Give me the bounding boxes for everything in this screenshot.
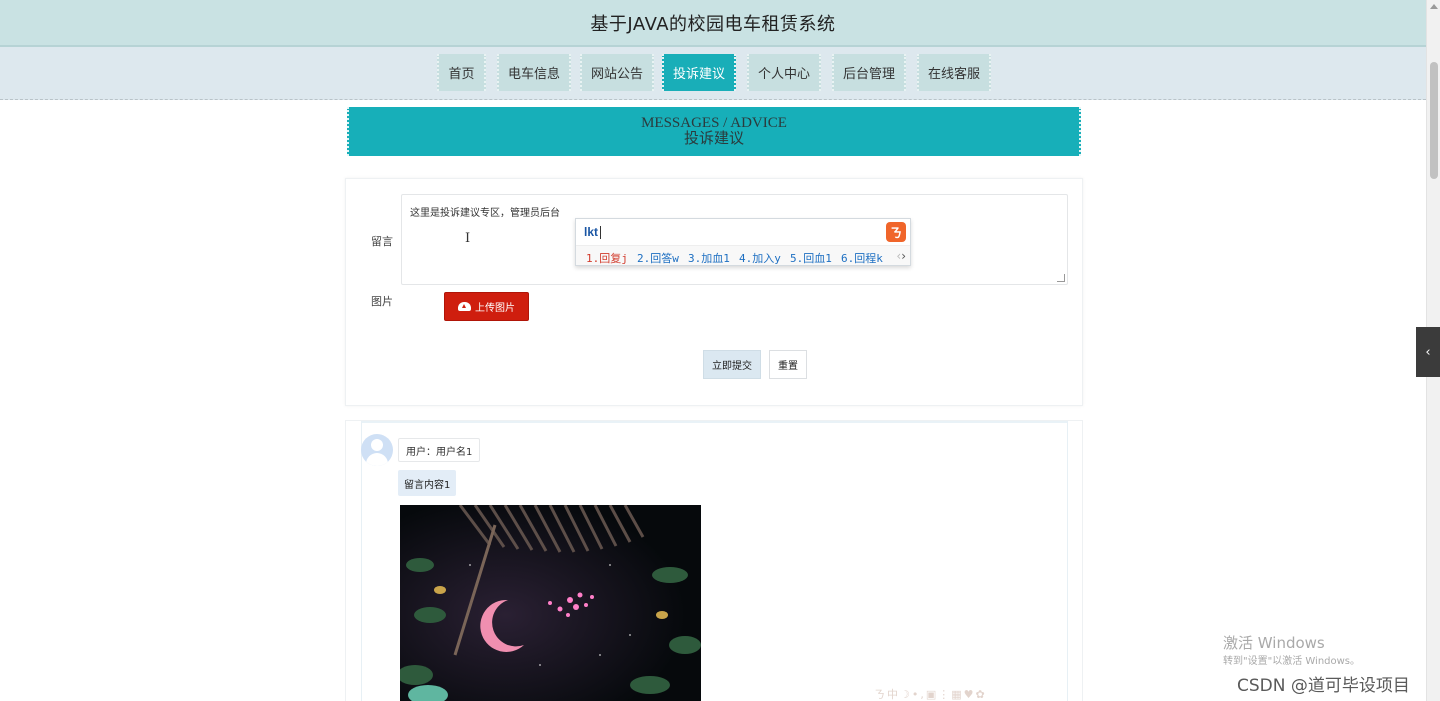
nav-ebike-info[interactable]: 电车信息: [497, 54, 571, 91]
nav-complaints[interactable]: 投诉建议: [662, 54, 736, 91]
message-list: 用户：用户名1 留言内容1: [345, 420, 1083, 701]
banner-english-title: MESSAGES / ADVICE: [641, 115, 787, 131]
ime-candidate[interactable]: 5.回血1: [790, 250, 832, 266]
night-scene-image: [400, 505, 701, 701]
chevron-left-icon: ‹: [1425, 344, 1431, 360]
nav-personal-center[interactable]: 个人中心: [747, 54, 821, 91]
reset-button[interactable]: 重置: [769, 350, 807, 379]
upload-image-button[interactable]: 上传图片: [444, 292, 529, 321]
windows-activation-hint: 转到"设置"以激活 Windows。: [1223, 656, 1361, 667]
ime-caret: [600, 226, 601, 239]
banner-chinese-title: 投诉建议: [683, 131, 744, 147]
message-form: 留言 这里是投诉建议专区，管理员后台 I lkt ㄋ 1.回复j 2.回答w 3…: [345, 178, 1083, 406]
section-banner: MESSAGES / ADVICE 投诉建议: [347, 107, 1081, 156]
message-content: 留言内容1: [398, 470, 457, 496]
nav-home[interactable]: 首页: [437, 54, 486, 91]
side-panel-toggle[interactable]: ‹: [1416, 327, 1440, 377]
ime-candidate[interactable]: 4.加入y: [739, 250, 781, 266]
upload-button-label: 上传图片: [475, 303, 515, 314]
nav-online-service[interactable]: 在线客服: [917, 54, 991, 91]
csdn-watermark: CSDN @道可毕设项目: [1237, 676, 1410, 696]
ime-candidate-list: 1.回复j 2.回答w 3.加血1 4.加入y 5.回血1 6.回程k ‹›: [576, 245, 910, 265]
ime-candidate[interactable]: 6.回程k: [841, 250, 883, 266]
chevron-right-icon[interactable]: ›: [901, 249, 906, 263]
message-label: 留言: [371, 235, 393, 248]
ime-candidate[interactable]: 2.回答w: [637, 250, 679, 266]
scroll-thumb[interactable]: [1430, 62, 1438, 179]
sogou-ime-icon[interactable]: ㄋ: [886, 222, 906, 242]
site-header: 基于JAVA的校园电车租赁系统: [0, 0, 1426, 47]
nav-announcements[interactable]: 网站公告: [580, 54, 654, 91]
scroll-up-icon[interactable]: [1430, 4, 1438, 9]
ime-page-arrows[interactable]: ‹›: [896, 249, 906, 263]
text-cursor-icon: I: [465, 231, 471, 246]
nav-admin[interactable]: 后台管理: [832, 54, 906, 91]
message-image: [400, 505, 701, 701]
ime-candidate-window: lkt ㄋ 1.回复j 2.回答w 3.加血1 4.加入y 5.回血1 6.回程…: [575, 218, 911, 266]
ime-candidate[interactable]: 3.加血1: [688, 250, 730, 266]
message-user: 用户：用户名1: [398, 438, 481, 462]
resize-handle[interactable]: [1057, 274, 1065, 282]
ime-candidate[interactable]: 1.回复j: [586, 250, 628, 266]
user-avatar-icon: [361, 434, 393, 466]
windows-activation-title: 激活 Windows: [1223, 634, 1325, 652]
site-title: 基于JAVA的校园电车租赁系统: [590, 13, 836, 35]
ime-typed-text: lkt: [584, 225, 599, 239]
submit-button[interactable]: 立即提交: [703, 350, 761, 379]
ime-status-toolbar[interactable]: ㄋ中☽•,▣⋮▦♥✿: [874, 686, 987, 701]
message-text: 这里是投诉建议专区，管理员后台: [410, 208, 560, 219]
cloud-upload-icon: [458, 302, 471, 311]
main-nav: 首页 电车信息 网站公告 投诉建议 个人中心 后台管理 在线客服: [0, 47, 1426, 100]
image-label: 图片: [371, 295, 393, 308]
